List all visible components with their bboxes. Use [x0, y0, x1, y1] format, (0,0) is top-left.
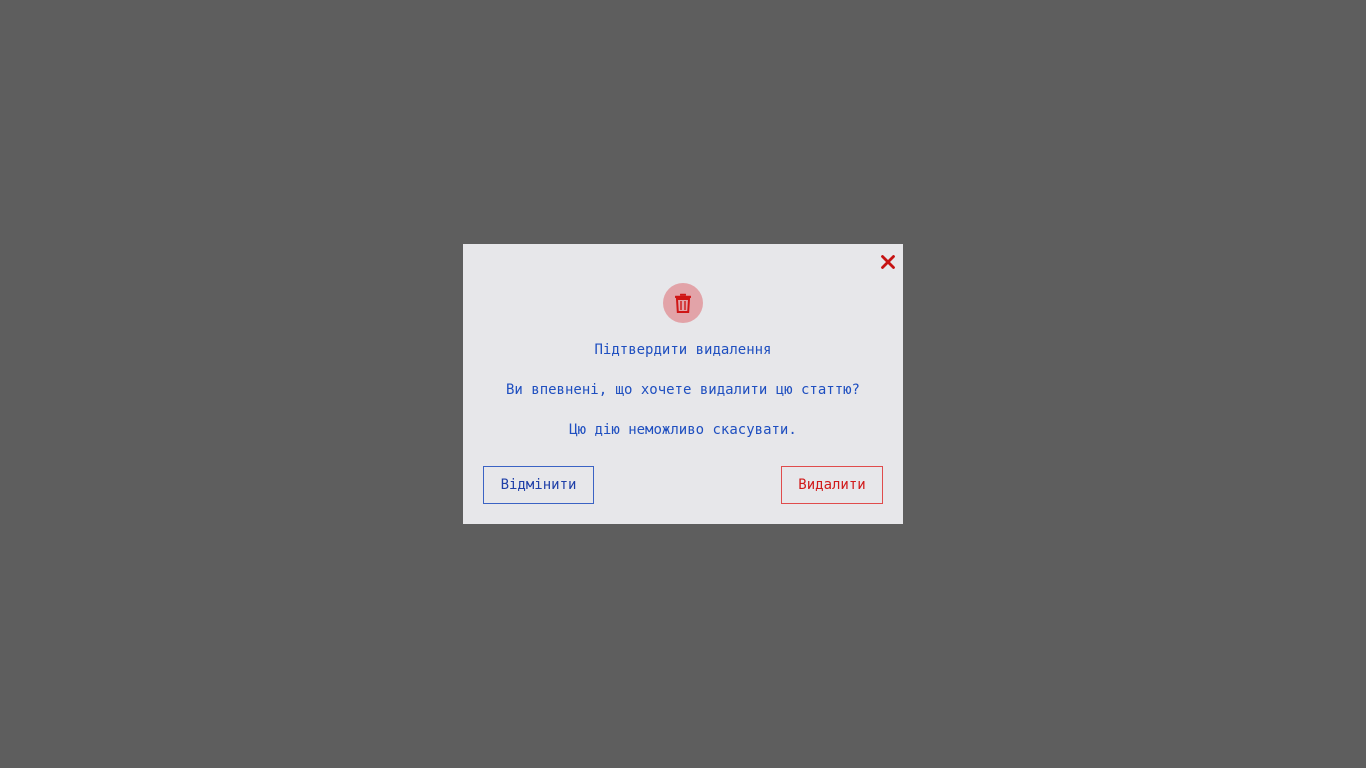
close-button[interactable]	[878, 252, 898, 272]
dialog-warning: Цю дію неможливо скасувати.	[569, 422, 797, 438]
delete-button[interactable]: Видалити	[781, 466, 883, 504]
delete-confirmation-dialog: Підтвердити видалення Ви впевнені, що хо…	[463, 244, 903, 524]
close-icon	[881, 255, 895, 269]
dialog-title: Підтвердити видалення	[594, 342, 772, 358]
trash-icon	[675, 293, 691, 313]
trash-icon-badge	[663, 283, 703, 323]
cancel-button[interactable]: Відмінити	[483, 466, 594, 504]
dialog-message: Ви впевнені, що хочете видалити цю статт…	[505, 382, 860, 398]
